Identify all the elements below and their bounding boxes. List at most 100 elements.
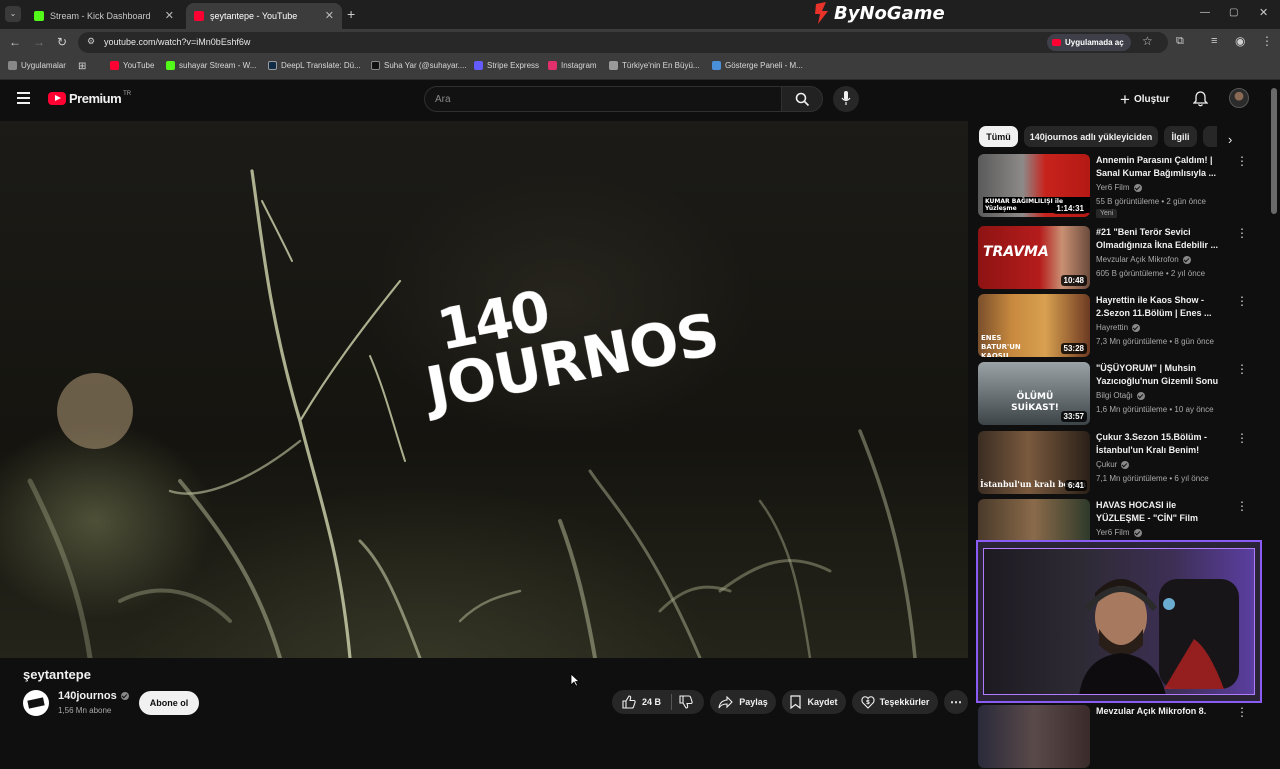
more-options-icon[interactable]: ⋮ [1236,294,1248,308]
share-button[interactable]: Paylaş [710,690,776,714]
close-icon[interactable]: ✕ [325,9,334,22]
save-button[interactable]: Kaydet [782,690,846,714]
banner-text: ByNoGame [834,2,945,24]
media-controls-icon[interactable]: ≡ [1211,35,1217,47]
maximize-button[interactable]: ▢ [1229,7,1238,18]
mouse-cursor-icon [570,673,580,687]
more-options-icon[interactable]: ⋮ [1236,362,1248,376]
more-actions-button[interactable]: ⋯ [944,690,968,714]
bookmark-kick[interactable]: suhayar Stream - W... [166,61,256,70]
notifications-bell-icon[interactable] [1193,91,1208,107]
forward-button[interactable]: → [33,35,45,49]
bookmark-label: Uygulamalar [21,61,66,70]
bookmark-label: Gösterge Paneli - M... [725,61,803,70]
recommendation-item[interactable]: TRAVMA 10:48 #21 "Beni Terör Sevici Olma… [978,226,1268,290]
like-button[interactable]: 24 B [612,690,661,714]
page-scrollbar[interactable] [1271,88,1277,214]
streamer-silhouette [1079,579,1239,694]
chip-all[interactable]: Tümü [979,126,1018,147]
search-input[interactable]: Ara [424,86,781,112]
bookmark-dashboard[interactable]: Gösterge Paneli - M... [712,61,803,70]
profile-icon[interactable]: ◉ [1235,34,1245,48]
bookmark-apps[interactable]: Uygulamalar [8,61,66,70]
minimize-button[interactable]: — [1200,7,1210,18]
back-button[interactable]: ← [9,35,21,49]
subscriber-count: 1,56 Mn abone [58,706,112,715]
channel-name[interactable]: 140journos [58,690,129,702]
bookmark-label: Instagram [561,61,597,70]
youtube-play-icon [48,92,66,105]
video-thumbnail[interactable]: ÖLÜMÜ SUİKAST! 33:57 [978,362,1090,425]
new-badge: Yeni [1096,209,1118,218]
youtube-premium-logo[interactable]: Premium TR [48,91,131,106]
bookmark-turkiye[interactable]: Türkiye'nin En Büyü... [609,61,700,70]
account-avatar[interactable] [1229,88,1249,108]
new-tab-button[interactable]: + [347,6,355,22]
window-close-button[interactable]: ✕ [1259,6,1268,19]
bookmark-star-icon[interactable]: ☆ [1142,34,1153,48]
voice-search-button[interactable] [833,86,859,112]
svg-text:$: $ [865,699,869,706]
video-thumbnail[interactable] [978,705,1090,768]
more-options-icon[interactable]: ⋮ [1236,226,1248,240]
chip-from-uploader[interactable]: 140journos adlı yükleyiciden [1024,126,1158,147]
video-title: Mevzular Açık Mikrofon 8. [1096,706,1207,716]
site-info-icon[interactable]: ⚙ [87,36,95,47]
more-options-icon[interactable]: ⋮ [1236,499,1248,513]
video-thumbnail[interactable]: TRAVMA 10:48 [978,226,1090,289]
recommendation-item[interactable]: KUMAR BAĞIMLILIŞI ile Yüzleşme 1:14:31 A… [978,154,1268,218]
close-icon[interactable]: ✕ [165,9,174,22]
subscribe-label: Abone ol [149,698,189,708]
dislike-button[interactable] [679,695,693,709]
channel-name: Yer6 Film [1096,183,1142,192]
hamburger-menu-icon[interactable] [17,92,30,104]
chip-related[interactable]: İlgili [1164,126,1197,147]
bookmark-tiktok[interactable]: Suha Yar (@suhayar.... [371,61,467,70]
video-thumbnail[interactable]: ENES BATUR'UN KAOSU 53:28 [978,294,1090,357]
channel-avatar[interactable] [23,690,49,716]
channel-name: Mevzular Açık Mikrofon [1096,255,1191,264]
bookmark-stripe[interactable]: Stripe Express [474,61,539,70]
share-arrow-icon [718,695,734,708]
plus-icon: + [1120,89,1130,109]
duration-badge: 10:48 [1060,275,1087,286]
bookmark-grid[interactable]: ⊞ [78,61,86,72]
open-in-app-button[interactable]: Uygulamada aç [1047,34,1131,51]
tab-title: Stream - Kick Dashboard [50,11,151,21]
more-options-icon[interactable]: ⋮ [1236,154,1248,168]
create-button[interactable]: + Oluştur [1120,90,1170,108]
recommendation-item[interactable]: ENES BATUR'UN KAOSU 53:28 Hayrettin ile … [978,294,1268,358]
channel-name: Hayrettin [1096,323,1141,332]
search-button[interactable] [781,86,823,112]
recommendation-item[interactable]: İstanbul'un kralı benim 6:41 Çukur 3.Sez… [978,431,1268,495]
bookmark-youtube[interactable]: YouTube [110,61,154,70]
address-bar[interactable]: ⚙ youtube.com/watch?v=iMn0bEshf6w Uygula… [78,32,1168,53]
video-title: #21 "Beni Terör Sevici Olmadığınıza İkna… [1096,227,1219,250]
bookmark-label: Suha Yar (@suhayar.... [384,61,467,70]
bookmark-label: YouTube [123,61,155,70]
chevron-right-icon[interactable]: › [1228,132,1232,147]
recommendation-item[interactable]: Mevzular Açık Mikrofon 8. ⋮ [978,705,1268,769]
video-thumbnail[interactable]: KUMAR BAĞIMLILIŞI ile Yüzleşme 1:14:31 [978,154,1090,217]
bookmark-label: Stripe Express [487,61,540,70]
youtube-icon [110,61,119,70]
more-options-icon[interactable]: ⋮ [1236,705,1248,719]
video-thumbnail[interactable]: İstanbul'un kralı benim 6:41 [978,431,1090,494]
more-options-icon[interactable]: ⋮ [1236,431,1248,445]
bookmark-instagram[interactable]: Instagram [548,61,597,70]
tab-youtube[interactable]: şeytantepe - YouTube ✕ [186,3,342,29]
thanks-button[interactable]: $ Teşekkürler [852,690,938,714]
extensions-icon[interactable]: ⧉ [1176,35,1184,48]
youtube-icon [194,11,204,21]
thumb-caption: ENES BATUR'UN KAOSU [981,334,1021,357]
save-label: Kaydet [807,697,838,707]
tab-kick-dashboard[interactable]: Stream - Kick Dashboard ✕ [26,3,182,29]
bookmark-deepl[interactable]: DeepL Translate: Dü... [268,61,361,70]
video-player[interactable]: 140 JOURNOS [0,121,968,658]
tab-search-button[interactable]: ⌄ [5,6,21,22]
webcam-overlay [976,540,1262,703]
recommendation-item[interactable]: ÖLÜMÜ SUİKAST! 33:57 "ÜŞÜYORUM" | Muhsin… [978,362,1268,426]
reload-button[interactable]: ↻ [57,35,67,49]
browser-menu-icon[interactable]: ⋮ [1261,34,1273,48]
subscribe-button[interactable]: Abone ol [139,691,199,715]
